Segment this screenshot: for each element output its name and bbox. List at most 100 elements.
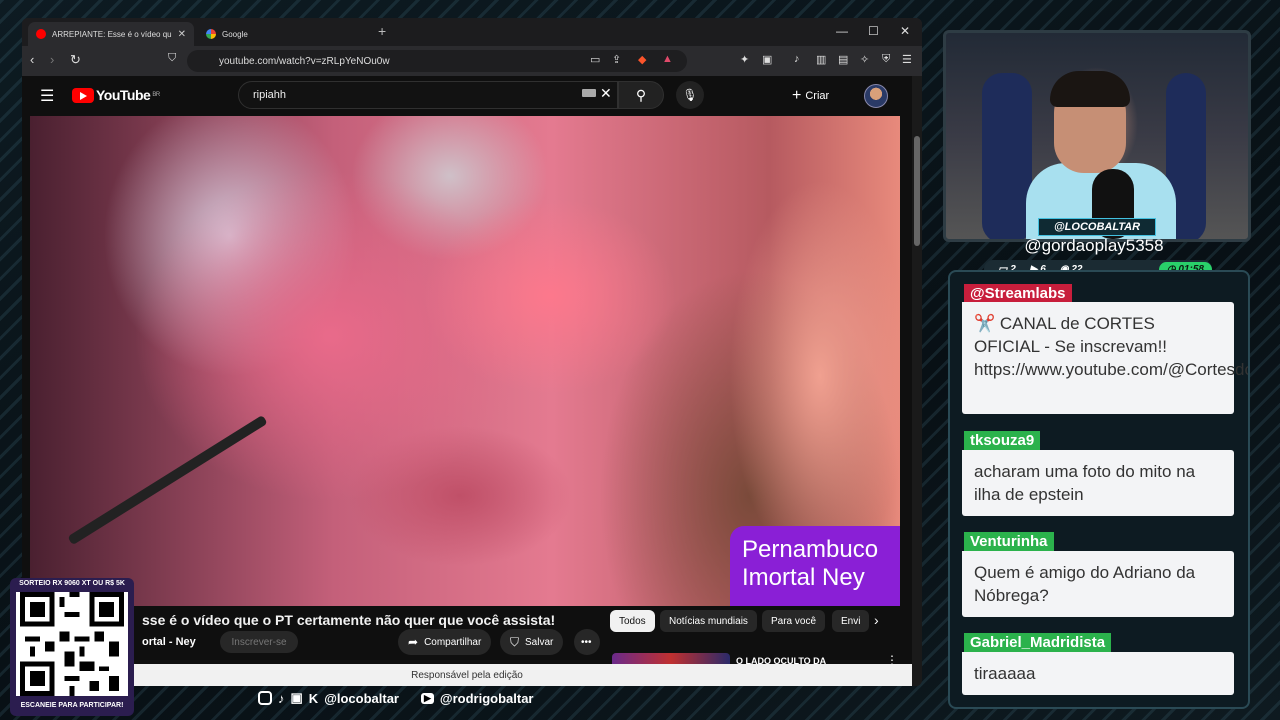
hamburger-menu-icon[interactable]: ☰ <box>40 86 54 106</box>
twitch-icon: ▣ <box>290 690 303 705</box>
tab-title: Google <box>222 29 248 39</box>
create-button[interactable]: + Criar <box>792 87 829 105</box>
social-handle: @locobaltar <box>324 690 399 706</box>
streamer-handle-badge: @LOCOBALTAR <box>1038 218 1156 236</box>
caption-line: Pernambuco <box>742 536 879 563</box>
latest-follower: @gordaoplay5358 <box>1024 236 1164 255</box>
chat-message: acharam uma foto do mito na ilha de epst… <box>962 450 1234 516</box>
more-actions-button[interactable]: ••• <box>574 629 600 655</box>
clear-search-icon[interactable]: ✕ <box>600 85 612 102</box>
caption-line: Imortal Ney <box>742 564 865 591</box>
browser-toolbar: ‹ › ↻ ⛉ youtube.com/watch?v=zRLpYeNOu0w … <box>22 46 922 76</box>
close-window-icon[interactable]: ✕ <box>900 24 910 38</box>
keyboard-icon[interactable] <box>582 89 596 97</box>
youtube-page: ☰ YouTube BR ripiahh ✕ ⚲ 🎙 + Criar Pernam… <box>22 76 912 686</box>
search-button[interactable]: ⚲ <box>618 81 664 109</box>
tab-strip: ARREPIANTE: Esse é o vídeo que o ✕ Googl… <box>22 18 922 46</box>
leo-ai-icon[interactable]: ✧ <box>860 53 869 66</box>
kick-icon: K <box>308 690 319 706</box>
related-chips: Todos Notícias mundiais Para você Envi <box>610 610 912 634</box>
share-button[interactable]: ➦ Compartilhar <box>398 629 492 655</box>
close-tab-icon[interactable]: ✕ <box>178 29 186 40</box>
qr-giveaway: SORTEIO RX 9060 XT OU R$ 5K ESCANEIE PAR… <box>10 578 134 716</box>
search-value: ripiahh <box>253 89 287 101</box>
chip-todos[interactable]: Todos <box>610 610 655 632</box>
video-overlay-caption: Pernambuco Imortal Ney <box>730 526 900 606</box>
social-handles: ♪ ▣ K @locobaltar ▶ @rodrigobaltar <box>258 690 534 706</box>
share-icon[interactable]: ⇪ <box>612 53 621 66</box>
vpn-icon[interactable]: ⛨ <box>882 53 890 66</box>
google-favicon-icon <box>206 29 216 39</box>
cast-icon[interactable]: ▭ <box>590 53 600 66</box>
video-title: sse é o vídeo que o PT certamente não qu… <box>142 612 556 628</box>
logo-text: YouTube <box>96 87 151 103</box>
chair <box>982 73 1032 239</box>
bookmark-icon: ⛉ <box>510 634 520 649</box>
brave-rewards-icon[interactable]: ▲ <box>662 53 673 65</box>
new-tab-icon[interactable]: + <box>378 23 386 39</box>
save-button[interactable]: ⛉ Salvar <box>500 629 564 655</box>
search-icon: ⚲ <box>635 86 647 103</box>
voice-search-button[interactable]: 🎙 <box>676 81 704 109</box>
youtube-favicon-icon <box>36 29 46 39</box>
browser-window: ARREPIANTE: Esse é o vídeo que o ✕ Googl… <box>22 18 922 686</box>
extensions-icon[interactable]: ✦ <box>740 53 749 66</box>
youtube-play-icon <box>72 87 94 103</box>
tab-title: ARREPIANTE: Esse é o vídeo que o <box>52 29 172 39</box>
youtube-icon: ▶ <box>421 692 434 704</box>
microphone-icon: 🎙 <box>682 88 698 102</box>
share-arrow-icon: ➦ <box>408 635 419 649</box>
sidebar-icon[interactable]: ▥ <box>816 53 826 66</box>
reload-icon[interactable]: ↻ <box>70 52 81 68</box>
url-text: youtube.com/watch?v=zRLpYeNOu0w <box>219 55 390 67</box>
chevron-right-icon[interactable]: › <box>874 612 879 628</box>
scrollbar[interactable] <box>912 76 922 686</box>
chat-panel: @Streamlabs ✂️ CANAL de CORTES OFICIAL -… <box>948 270 1250 709</box>
menu-icon[interactable]: ☰ <box>902 53 912 66</box>
more-icon: ••• <box>581 636 592 648</box>
chat-message: ✂️ CANAL de CORTES OFICIAL - Se inscreva… <box>962 302 1248 414</box>
plus-icon: + <box>792 87 802 104</box>
chat-username: tksouza9 <box>964 431 1041 451</box>
region-label: BR <box>152 92 160 98</box>
back-icon[interactable]: ‹ <box>30 52 34 67</box>
chat-message: Quem é amigo do Adriano da Nóbrega? <box>962 551 1234 617</box>
chip-para-voce[interactable]: Para você <box>762 610 826 632</box>
qr-code <box>16 592 128 696</box>
tab-youtube[interactable]: ARREPIANTE: Esse é o vídeo que o ✕ <box>28 22 194 46</box>
channel-name[interactable]: ortal - Ney <box>142 636 196 648</box>
youtube-header: ☰ YouTube BR ripiahh ✕ ⚲ 🎙 + Criar <box>22 76 912 116</box>
youtube-logo[interactable]: YouTube BR <box>72 87 160 103</box>
instagram-icon <box>258 691 272 705</box>
share-label: Compartilhar <box>424 636 482 648</box>
footer-note: Responsável pela edição <box>22 664 912 686</box>
tiktok-icon: ♪ <box>278 690 285 706</box>
scrollbar-thumb[interactable] <box>914 136 920 246</box>
social-handle: @rodrigobaltar <box>439 690 534 706</box>
qr-top-text: SORTEIO RX 9060 XT OU R$ 5K <box>19 580 125 587</box>
tab-google[interactable]: Google <box>198 22 366 46</box>
create-label: Criar <box>805 90 830 102</box>
qr-bottom-text: ESCANEIE PARA PARTICIPAR! <box>20 702 124 709</box>
chip-noticias[interactable]: Notícias mundiais <box>660 610 757 632</box>
search-input[interactable]: ripiahh <box>238 81 618 109</box>
save-label: Salvar <box>525 636 554 648</box>
video-microphone <box>67 414 268 546</box>
chat-username: Gabriel_Madridista <box>964 633 1112 653</box>
music-icon[interactable]: ♪ <box>794 53 800 65</box>
chat-message: tiraaaaa <box>962 652 1234 695</box>
forward-icon[interactable]: › <box>50 52 54 67</box>
subscribe-button[interactable]: Inscrever-se <box>220 631 298 653</box>
chat-username: Venturinha <box>964 532 1054 552</box>
screenshot-icon[interactable]: ▣ <box>762 53 772 66</box>
video-player[interactable]: Pernambuco Imortal Ney <box>30 116 900 606</box>
wallet-icon[interactable]: ▤ <box>838 53 848 66</box>
chat-username: @Streamlabs <box>964 284 1072 304</box>
maximize-icon[interactable]: ☐ <box>868 24 879 38</box>
minimize-icon[interactable]: — <box>836 24 848 38</box>
webcam-feed <box>943 30 1251 242</box>
avatar[interactable] <box>864 84 888 108</box>
bookmark-icon[interactable]: ⛉ <box>168 52 176 65</box>
chip-envi[interactable]: Envi <box>832 610 870 632</box>
brave-shield-icon[interactable]: ◆ <box>638 53 646 66</box>
